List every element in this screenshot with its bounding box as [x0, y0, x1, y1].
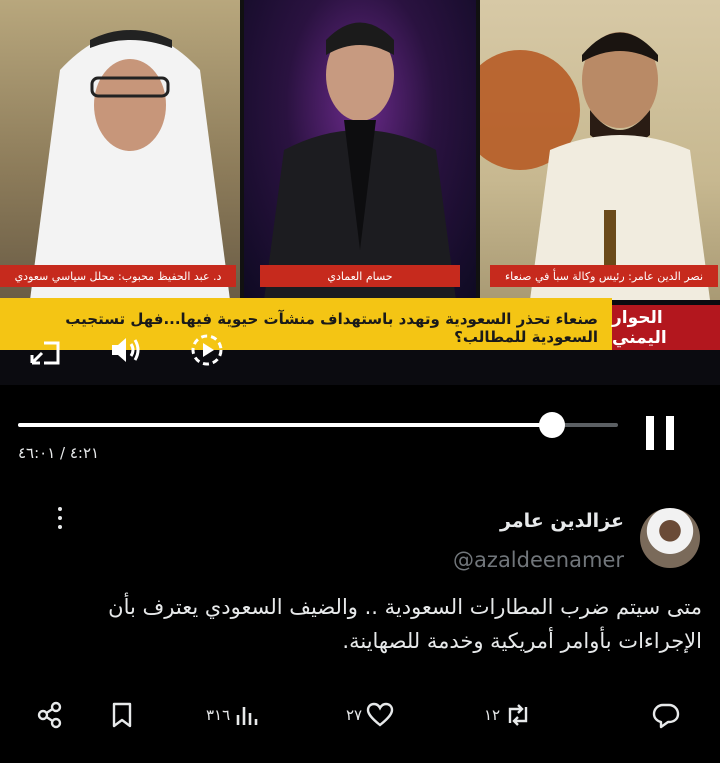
heart-icon	[366, 702, 394, 727]
like-button[interactable]: ٢٧	[346, 700, 394, 730]
views-stat[interactable]: ٣١٦	[206, 700, 262, 730]
guest-caption-saudi: د. عبد الحفيظ محبوب: محلل سياسي سعودي	[0, 265, 236, 287]
repost-icon	[508, 704, 528, 726]
post-text: متى سيتم ضرب المطارات السعودية .. والضيف…	[108, 595, 702, 653]
progress-fill	[18, 423, 552, 427]
guest-figure	[480, 32, 710, 300]
more-options-icon[interactable]	[48, 505, 72, 531]
volume-icon[interactable]	[108, 333, 142, 367]
guest-panel-yemen: نصر الدين عامر: رئيس وكالة سبأ في صنعاء	[480, 0, 720, 300]
repost-button[interactable]: ١٢	[484, 700, 532, 730]
progress-scrubber[interactable]	[539, 412, 565, 438]
guest-caption-yemen: نصر الدين عامر: رئيس وكالة سبأ في صنعاء	[490, 265, 718, 287]
likes-count: ٢٧	[346, 706, 363, 724]
bookmark-button[interactable]	[108, 700, 136, 730]
share-button[interactable]	[36, 700, 64, 730]
exit-fullscreen-icon[interactable]	[28, 333, 62, 367]
avatar[interactable]	[640, 508, 700, 568]
share-icon	[37, 701, 62, 729]
video-time: ٤:٢١ / ٤٦:٠١	[18, 444, 100, 462]
views-count: ٣١٦	[206, 706, 231, 724]
guest-panel-saudi: د. عبد الحفيظ محبوب: محلل سياسي سعودي	[0, 0, 240, 300]
playback-speed-icon[interactable]	[190, 333, 224, 367]
video-progress-bar[interactable]	[18, 412, 618, 438]
host-panel: حسام العمادي	[244, 0, 476, 300]
bookmark-icon	[112, 702, 132, 728]
pause-icon[interactable]	[646, 416, 674, 450]
author-handle[interactable]: @azaldeenamer	[453, 548, 624, 572]
reply-button[interactable]	[648, 700, 680, 730]
guest-figure	[30, 30, 230, 300]
reply-icon	[652, 703, 680, 729]
news-ticker: صنعاء تحذر السعودية وتهدد باستهداف منشآت…	[0, 298, 612, 350]
host-figure	[264, 22, 456, 300]
host-caption: حسام العمادي	[260, 265, 460, 287]
views-icon	[236, 707, 258, 725]
reposts-count: ١٢	[484, 706, 501, 724]
video-player[interactable]: د. عبد الحفيظ محبوب: محلل سياسي سعودي حس…	[0, 0, 720, 385]
program-logo: الحوار اليمني	[612, 305, 720, 350]
author-name[interactable]: عزالدين عامر	[500, 510, 624, 532]
